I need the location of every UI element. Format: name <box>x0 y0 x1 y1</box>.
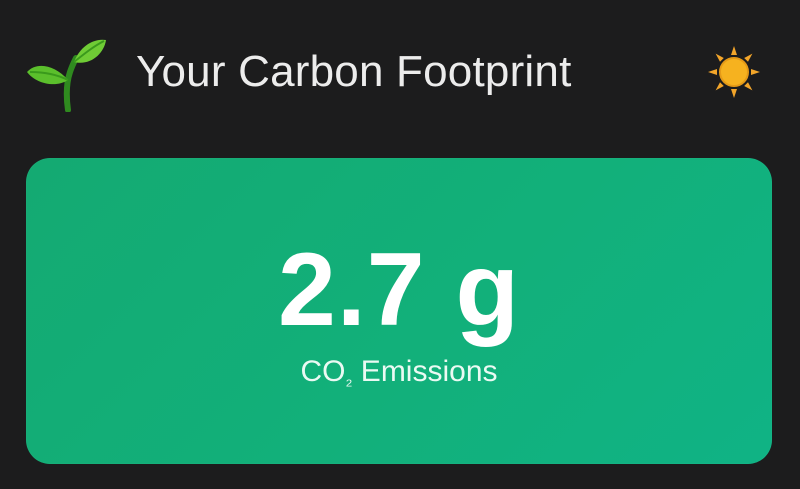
page-title: Your Carbon Footprint <box>136 47 572 96</box>
emissions-card: 2.7 g CO₂ Emissions <box>26 158 772 464</box>
emissions-label-suffix: Emissions <box>352 355 498 388</box>
sprout-icon <box>27 39 106 112</box>
header: Your Carbon Footprint <box>0 0 800 150</box>
emissions-label: CO₂ Emissions <box>26 352 772 399</box>
emissions-label-prefix: CO <box>300 355 346 388</box>
emissions-value: 2.7 g <box>278 232 520 348</box>
app-screen: Your Carbon Footprint 2.7 g CO₂ Emission… <box>0 0 800 489</box>
sun-icon[interactable] <box>706 44 762 100</box>
